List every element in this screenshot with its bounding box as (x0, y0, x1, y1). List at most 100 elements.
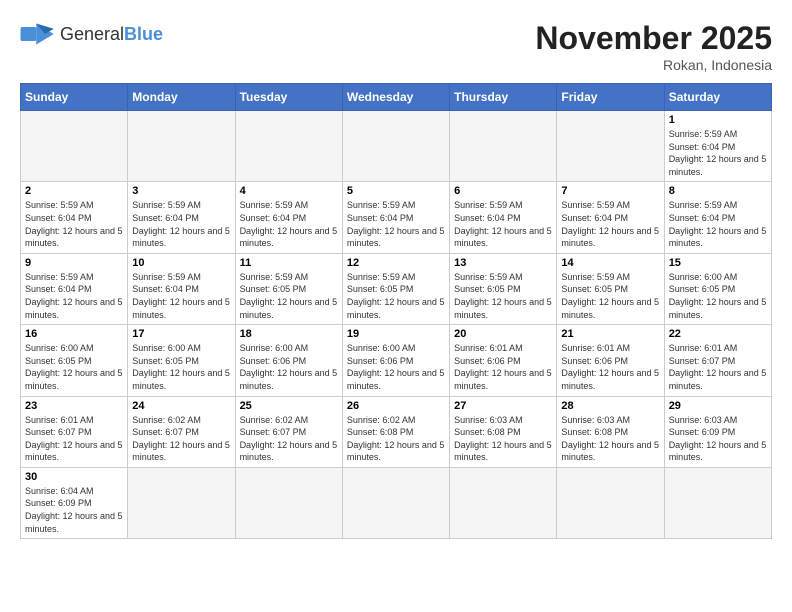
day-number: 23 (25, 400, 123, 412)
day-info: Sunrise: 5:59 AM Sunset: 6:05 PM Dayligh… (454, 271, 552, 321)
calendar-cell: 6 Sunrise: 5:59 AM Sunset: 6:04 PM Daylig… (450, 182, 557, 253)
day-info: Sunrise: 6:02 AM Sunset: 6:07 PM Dayligh… (132, 414, 230, 464)
calendar-cell: 29Sunrise: 6:03 AM Sunset: 6:09 PM Dayli… (664, 396, 771, 467)
calendar-cell: 11Sunrise: 5:59 AM Sunset: 6:05 PM Dayli… (235, 253, 342, 324)
calendar-cell: 9Sunrise: 5:59 AM Sunset: 6:04 PM Daylig… (21, 253, 128, 324)
calendar-cell: 8Sunrise: 5:59 AM Sunset: 6:04 PM Daylig… (664, 182, 771, 253)
day-info: Sunrise: 6:03 AM Sunset: 6:08 PM Dayligh… (454, 414, 552, 464)
day-info: Sunrise: 5:59 AM Sunset: 6:04 PM Dayligh… (347, 199, 445, 249)
calendar-table: SundayMondayTuesdayWednesdayThursdayFrid… (20, 83, 772, 539)
calendar-week-row: 16Sunrise: 6:00 AM Sunset: 6:05 PM Dayli… (21, 325, 772, 396)
day-number: 1 (669, 114, 767, 126)
calendar-cell: 27Sunrise: 6:03 AM Sunset: 6:08 PM Dayli… (450, 396, 557, 467)
calendar-cell: 2 Sunrise: 5:59 AM Sunset: 6:04 PM Daylig… (21, 182, 128, 253)
day-number: 28 (561, 400, 659, 412)
logo-text: GeneralBlue (60, 24, 163, 45)
day-info: Sunrise: 6:01 AM Sunset: 6:06 PM Dayligh… (561, 342, 659, 392)
calendar-cell: 22 Sunrise: 6:01 AM Sunset: 6:07 PM Dayli… (664, 325, 771, 396)
day-number: 13 (454, 257, 552, 269)
calendar-cell: 30Sunrise: 6:04 AM Sunset: 6:09 PM Dayli… (21, 467, 128, 538)
calendar-cell: 13 Sunrise: 5:59 AM Sunset: 6:05 PM Dayli… (450, 253, 557, 324)
calendar-cell: 14Sunrise: 5:59 AM Sunset: 6:05 PM Dayli… (557, 253, 664, 324)
calendar-week-row: 1 Sunrise: 5:59 AM Sunset: 6:04 PM Daylig… (21, 111, 772, 182)
calendar-cell: 3 Sunrise: 5:59 AM Sunset: 6:04 PM Daylig… (128, 182, 235, 253)
day-info: Sunrise: 6:00 AM Sunset: 6:05 PM Dayligh… (25, 342, 123, 392)
day-info: Sunrise: 5:59 AM Sunset: 6:04 PM Dayligh… (132, 271, 230, 321)
calendar-cell (664, 467, 771, 538)
day-info: Sunrise: 5:59 AM Sunset: 6:04 PM Dayligh… (454, 199, 552, 249)
calendar-cell (557, 467, 664, 538)
day-number: 5 (347, 185, 445, 197)
day-info: Sunrise: 5:59 AM Sunset: 6:05 PM Dayligh… (347, 271, 445, 321)
calendar-cell (128, 111, 235, 182)
calendar-cell: 21 Sunrise: 6:01 AM Sunset: 6:06 PM Dayli… (557, 325, 664, 396)
day-info: Sunrise: 6:03 AM Sunset: 6:08 PM Dayligh… (561, 414, 659, 464)
calendar-cell: 4 Sunrise: 5:59 AM Sunset: 6:04 PM Daylig… (235, 182, 342, 253)
calendar-cell: 5 Sunrise: 5:59 AM Sunset: 6:04 PM Daylig… (342, 182, 449, 253)
calendar-cell (342, 467, 449, 538)
day-number: 3 (132, 185, 230, 197)
day-number: 19 (347, 328, 445, 340)
calendar-cell: 16Sunrise: 6:00 AM Sunset: 6:05 PM Dayli… (21, 325, 128, 396)
day-info: Sunrise: 6:00 AM Sunset: 6:05 PM Dayligh… (669, 271, 767, 321)
weekday-header-wednesday: Wednesday (342, 84, 449, 111)
day-number: 7 (561, 185, 659, 197)
day-number: 4 (240, 185, 338, 197)
day-info: Sunrise: 5:59 AM Sunset: 6:04 PM Dayligh… (25, 271, 123, 321)
calendar-cell: 1 Sunrise: 5:59 AM Sunset: 6:04 PM Daylig… (664, 111, 771, 182)
calendar-week-row: 9Sunrise: 5:59 AM Sunset: 6:04 PM Daylig… (21, 253, 772, 324)
calendar-cell: 25Sunrise: 6:02 AM Sunset: 6:07 PM Dayli… (235, 396, 342, 467)
calendar-cell: 26 Sunrise: 6:02 AM Sunset: 6:08 PM Dayli… (342, 396, 449, 467)
day-number: 15 (669, 257, 767, 269)
title-block: November 2025 Rokan, Indonesia (535, 20, 772, 73)
day-info: Sunrise: 6:02 AM Sunset: 6:07 PM Dayligh… (240, 414, 338, 464)
day-info: Sunrise: 5:59 AM Sunset: 6:04 PM Dayligh… (669, 128, 767, 178)
day-info: Sunrise: 5:59 AM Sunset: 6:04 PM Dayligh… (132, 199, 230, 249)
day-number: 21 (561, 328, 659, 340)
day-number: 6 (454, 185, 552, 197)
calendar-week-row: 30Sunrise: 6:04 AM Sunset: 6:09 PM Dayli… (21, 467, 772, 538)
calendar-cell: 7 Sunrise: 5:59 AM Sunset: 6:04 PM Daylig… (557, 182, 664, 253)
day-info: Sunrise: 5:59 AM Sunset: 6:04 PM Dayligh… (240, 199, 338, 249)
day-info: Sunrise: 5:59 AM Sunset: 6:04 PM Dayligh… (669, 199, 767, 249)
day-number: 26 (347, 400, 445, 412)
day-info: Sunrise: 6:02 AM Sunset: 6:08 PM Dayligh… (347, 414, 445, 464)
calendar-cell: 23 Sunrise: 6:01 AM Sunset: 6:07 PM Dayli… (21, 396, 128, 467)
day-info: Sunrise: 6:01 AM Sunset: 6:07 PM Dayligh… (669, 342, 767, 392)
day-info: Sunrise: 6:01 AM Sunset: 6:06 PM Dayligh… (454, 342, 552, 392)
calendar-cell (21, 111, 128, 182)
calendar-cell (235, 467, 342, 538)
day-number: 10 (132, 257, 230, 269)
logo: GeneralBlue (20, 20, 163, 48)
day-number: 22 (669, 328, 767, 340)
day-info: Sunrise: 5:59 AM Sunset: 6:04 PM Dayligh… (25, 199, 123, 249)
weekday-header-row: SundayMondayTuesdayWednesdayThursdayFrid… (21, 84, 772, 111)
weekday-header-sunday: Sunday (21, 84, 128, 111)
weekday-header-friday: Friday (557, 84, 664, 111)
calendar-cell (128, 467, 235, 538)
day-info: Sunrise: 6:00 AM Sunset: 6:06 PM Dayligh… (240, 342, 338, 392)
weekday-header-tuesday: Tuesday (235, 84, 342, 111)
calendar-cell: 19Sunrise: 6:00 AM Sunset: 6:06 PM Dayli… (342, 325, 449, 396)
calendar-cell: 10 Sunrise: 5:59 AM Sunset: 6:04 PM Dayli… (128, 253, 235, 324)
day-number: 30 (25, 471, 123, 483)
day-number: 14 (561, 257, 659, 269)
location: Rokan, Indonesia (535, 57, 772, 73)
weekday-header-thursday: Thursday (450, 84, 557, 111)
logo-icon (20, 20, 56, 48)
weekday-header-saturday: Saturday (664, 84, 771, 111)
day-number: 18 (240, 328, 338, 340)
day-number: 20 (454, 328, 552, 340)
calendar-week-row: 23 Sunrise: 6:01 AM Sunset: 6:07 PM Dayli… (21, 396, 772, 467)
day-info: Sunrise: 6:01 AM Sunset: 6:07 PM Dayligh… (25, 414, 123, 464)
page-header: GeneralBlue November 2025 Rokan, Indones… (20, 20, 772, 73)
calendar-cell (557, 111, 664, 182)
calendar-cell: 20 Sunrise: 6:01 AM Sunset: 6:06 PM Dayli… (450, 325, 557, 396)
month-title: November 2025 (535, 20, 772, 57)
day-number: 2 (25, 185, 123, 197)
day-info: Sunrise: 5:59 AM Sunset: 6:04 PM Dayligh… (561, 199, 659, 249)
calendar-cell (450, 111, 557, 182)
calendar-week-row: 2 Sunrise: 5:59 AM Sunset: 6:04 PM Daylig… (21, 182, 772, 253)
day-info: Sunrise: 6:03 AM Sunset: 6:09 PM Dayligh… (669, 414, 767, 464)
calendar-cell: 24Sunrise: 6:02 AM Sunset: 6:07 PM Dayli… (128, 396, 235, 467)
